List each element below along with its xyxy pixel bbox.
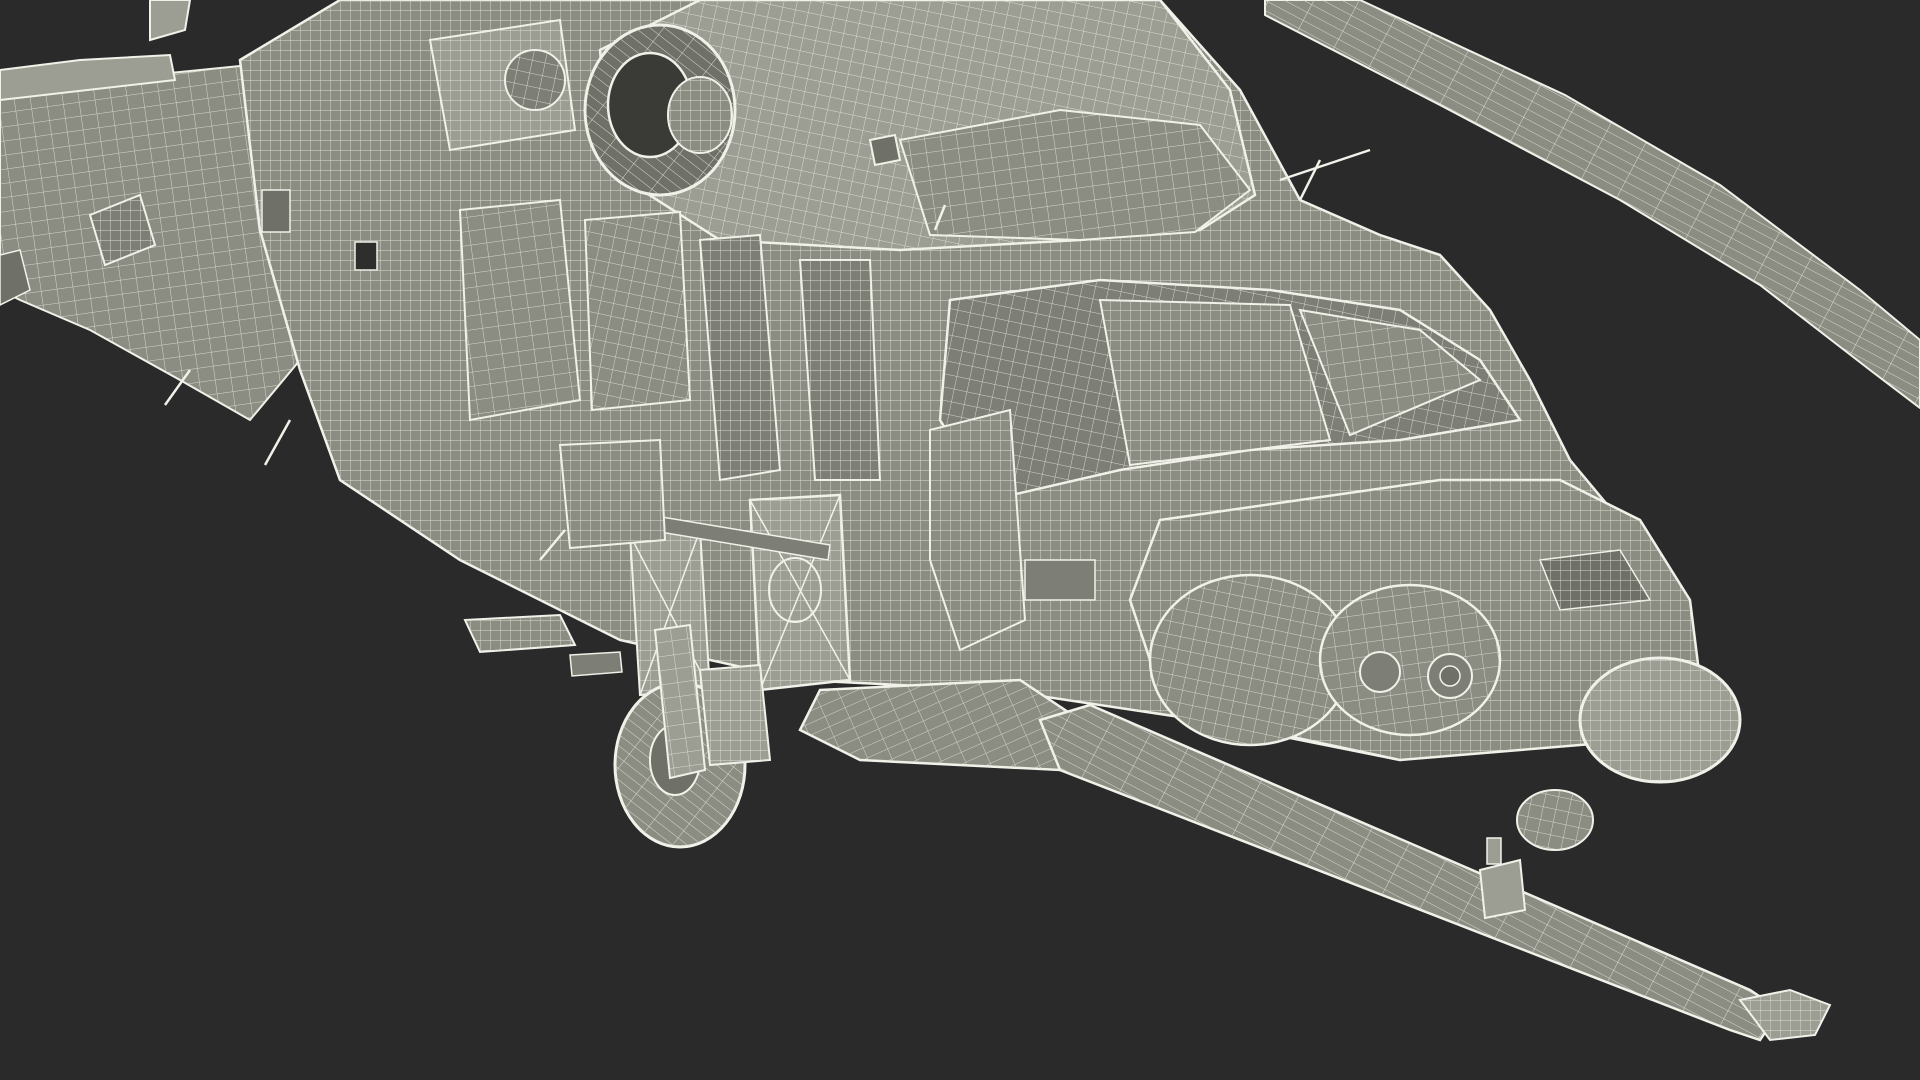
wireframe-render xyxy=(0,0,1920,1042)
3d-viewport[interactable] xyxy=(0,0,1920,1080)
